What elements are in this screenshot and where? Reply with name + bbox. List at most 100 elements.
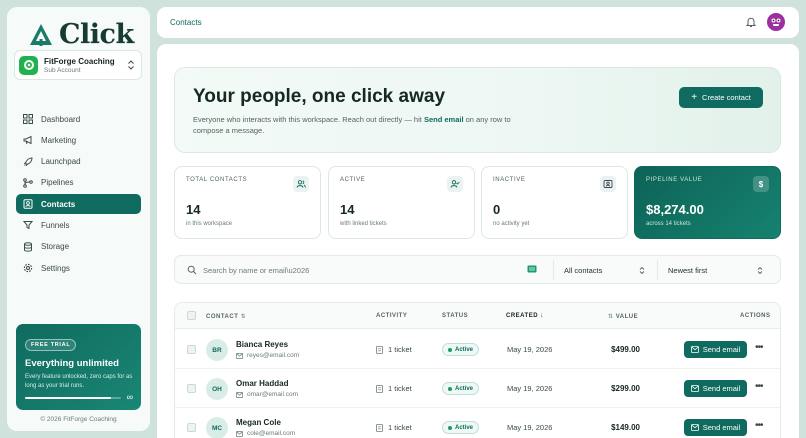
contact-value: $149.00 [611,423,640,432]
status-badge: Active [442,382,480,395]
stat-label: ACTIVE [340,177,366,183]
status-badge: Active [442,421,480,434]
row-checkbox[interactable] [187,423,196,432]
status-text: Active [455,424,474,431]
row-checkbox[interactable] [187,384,196,393]
contact-email: reyes@email.com [236,352,299,359]
contact-name[interactable]: Bianca Reyes [236,340,288,349]
hero-description: Everyone who interacts with this workspa… [193,114,523,136]
stat-card-inactive: INACTIVE 0 no activity yet [481,166,628,239]
send-email-label: Send email [702,384,741,393]
create-contact-button[interactable]: + Create contact [679,87,763,108]
sidebar-item-contacts[interactable]: Contacts [16,194,141,215]
user-check-icon [447,176,463,192]
stat-sub: no activity yet [493,221,530,227]
sidebar-item-label: Contacts [41,199,76,209]
row-checkbox[interactable] [187,345,196,354]
stat-sub: across 14 tickets [646,221,691,227]
status-filter-value: All contacts [564,265,603,275]
sidebar-item-dashboard[interactable]: Dashboard [16,109,141,129]
brand-logo[interactable]: Click [29,19,134,50]
status-filter-select[interactable]: All contacts [553,260,653,280]
more-options-icon[interactable]: ••• [755,420,763,431]
id-card-icon [600,176,616,192]
stat-value: 0 [493,202,501,217]
sidebar-item-funnels[interactable]: Funnels [16,215,141,235]
sort-desc-icon: ↓ [540,313,544,319]
keyboard-icon [527,265,537,273]
pipeline-icon [23,178,33,188]
stat-value: $8,274.00 [646,202,704,217]
breadcrumb[interactable]: Contacts [170,18,202,27]
mail-icon [690,424,699,431]
mail-icon [690,346,699,353]
sidebar-item-label: Dashboard [41,114,81,124]
created-date: May 19, 2026 [507,384,553,393]
contact-name[interactable]: Omar Haddad [236,379,288,388]
column-header-status[interactable]: STATUS [442,313,468,319]
sidebar-item-pipelines[interactable]: Pipelines [16,173,141,193]
stat-label: INACTIVE [493,177,526,183]
trial-badge: FREE TRIAL [25,339,77,351]
gear-icon [23,263,33,273]
column-header-activity[interactable]: ACTIVITY [376,313,407,319]
infinity-icon: ∞ [126,392,133,402]
more-options-icon[interactable]: ••• [755,381,763,392]
ticket-icon [376,423,383,432]
rocket-icon [23,157,33,167]
send-email-button[interactable]: Send email [684,419,747,436]
stat-sub: in this workspace [186,221,233,227]
chevron-updown-icon [127,59,135,71]
column-header-label: VALUE [615,314,639,320]
stat-value: 14 [340,202,355,217]
plus-icon: + [691,92,698,103]
sidebar-item-marketing[interactable]: Marketing [16,130,141,150]
search-input[interactable] [203,262,503,278]
sidebar-item-storage[interactable]: Storage [16,237,141,257]
ticket-icon [376,384,383,393]
sort-icon: ⇅ [608,314,614,320]
sidebar-item-label: Settings [41,263,70,273]
stat-label: TOTAL CONTACTS [186,177,248,183]
funnel-icon [23,220,33,230]
table-row[interactable]: OH Omar Haddad omar@email.com 1 ticket A… [175,369,780,408]
contact-value: $499.00 [611,345,640,354]
hero-banner: Your people, one click away Everyone who… [174,67,781,153]
send-email-button[interactable]: Send email [684,380,747,397]
avatar: OH [206,378,228,400]
bell-icon[interactable] [745,16,757,28]
contact-email-text: omar@email.com [247,391,299,398]
more-options-icon[interactable]: ••• [755,342,763,353]
dollar-icon: $ [753,176,769,192]
sidebar-item-launchpad[interactable]: Launchpad [16,152,141,172]
send-email-button[interactable]: Send email [684,341,747,358]
stat-label: PIPELINE VALUE [646,177,703,183]
table-row[interactable]: BR Bianca Reyes reyes@email.com 1 ticket… [175,330,780,369]
column-header-created[interactable]: CREATED ↓ [506,313,544,319]
sort-select[interactable]: Newest first [657,260,771,280]
free-trial-card: FREE TRIAL Everything unlimited Every fe… [16,324,141,410]
created-date: May 19, 2026 [507,345,553,354]
column-header-value[interactable]: ⇅ VALUE [608,313,638,320]
table-row[interactable]: MC Megan Cole cole@email.com 1 ticket Ac… [175,408,780,438]
send-email-link[interactable]: Send email [424,115,464,124]
avatar: MC [206,417,228,438]
page-title: Your people, one click away [193,86,446,107]
select-all-checkbox[interactable] [187,311,196,320]
sidebar-item-label: Pipelines [41,178,74,188]
contact-email-text: reyes@email.com [247,352,300,359]
column-header-contact[interactable]: CONTACT ⇅ [206,313,246,320]
chevron-updown-icon [639,266,645,275]
trial-progress-fill [25,397,112,399]
grid-icon [23,114,33,124]
account-switcher[interactable]: FitForge Coaching Sub Account [14,50,142,80]
account-logo-icon [19,55,38,75]
contact-name[interactable]: Megan Cole [236,418,281,427]
contacts-table: CONTACT ⇅ ACTIVITY STATUS CREATED ↓ ⇅ VA… [174,302,781,438]
stat-sub: with linked tickets [340,221,387,227]
copyright: © 2026 FitForge Coaching [40,416,117,423]
user-avatar[interactable] [767,13,785,31]
contact-value: $299.00 [611,384,640,393]
sidebar-item-settings[interactable]: Settings [16,258,141,278]
send-email-label: Send email [702,345,741,354]
